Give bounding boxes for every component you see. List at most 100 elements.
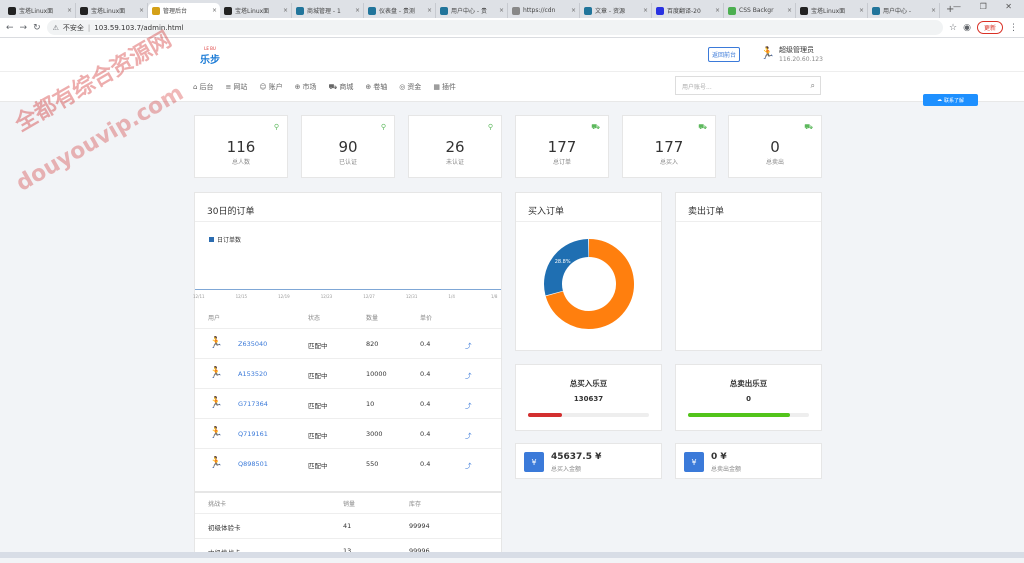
tab-close-icon[interactable]: ×	[859, 7, 864, 14]
yen-icon: ¥	[684, 452, 704, 472]
browser-tab[interactable]: 宝塔Linux面 ×	[796, 3, 868, 18]
insecure-label: 不安全	[62, 23, 84, 32]
donut-slice[interactable]	[544, 239, 590, 296]
browser-menu-icon[interactable]: ⋮	[1009, 23, 1018, 33]
browser-tab[interactable]: 用户中心 - ×	[868, 3, 940, 18]
browser-tab[interactable]: https://cdn ×	[508, 3, 580, 18]
share-icon[interactable]: ⤴	[465, 370, 472, 380]
table-row[interactable]: 🏃 Q898501 匹配中 550 0.4 ⤴	[195, 448, 501, 478]
browser-tab[interactable]: 仪表盘 - 贵测 ×	[364, 3, 436, 18]
browser-tab[interactable]: CSS Backgr ×	[724, 3, 796, 18]
user-link[interactable]: Q898501	[238, 460, 268, 468]
tab-close-icon[interactable]: ×	[283, 7, 288, 14]
tab-favicon-icon	[656, 6, 664, 15]
users-icon: ☺	[259, 83, 267, 91]
main-menu: ⌂ 后台 ≡ 网站 ☺ 账户 ⊕ 市场 ⛟ 商城 ⊕ 卷轴 ◎ 资金 ▦ 插件	[0, 72, 1024, 102]
tab-favicon-icon	[296, 6, 304, 15]
tab-close-icon[interactable]: ×	[571, 7, 576, 14]
tab-close-icon[interactable]: ×	[499, 7, 504, 14]
x-tick-label: 12/23	[320, 294, 333, 299]
tab-close-icon[interactable]: ×	[643, 7, 648, 14]
browser-tab[interactable]: 商城管理 - 1 ×	[292, 3, 364, 18]
tab-close-icon[interactable]: ×	[212, 7, 217, 14]
reload-icon[interactable]: ↻	[33, 23, 41, 33]
donut-slice-label: 28.8%	[555, 259, 571, 265]
menu-item[interactable]: ⊕ 卷轴	[365, 82, 387, 92]
table-row[interactable]: 🏃 G717364 匹配中 10 0.4 ⤴	[195, 388, 501, 418]
table-row[interactable]: 🏃 Z635040 匹配中 820 0.4 ⤴	[195, 328, 501, 358]
tab-favicon-icon	[512, 6, 520, 15]
user-search-input[interactable]: 用户账号... ⌕	[675, 76, 821, 95]
table-row[interactable]: 🏃 Q719161 匹配中 3000 0.4 ⤴	[195, 418, 501, 448]
share-icon[interactable]: ⤴	[465, 400, 472, 410]
menu-item[interactable]: ⛟ 商城	[329, 82, 354, 92]
table-row[interactable]: 🏃 A153520 匹配中 10000 0.4 ⤴	[195, 358, 501, 388]
menu-item[interactable]: ▦ 插件	[433, 82, 456, 92]
total-buy-card: 总买入乐豆 130637	[515, 364, 662, 431]
stat-card: ⚲ 116 总人数	[194, 115, 288, 178]
card-cell-stock: 99994	[409, 522, 430, 530]
tab-close-icon[interactable]: ×	[715, 7, 720, 14]
tab-close-icon[interactable]: ×	[427, 7, 432, 14]
address-bar: ← → ↻ ⚠ 不安全 | 103.59.103.7/admin.html ☆ …	[0, 18, 1024, 38]
stat-label: 已认证	[338, 159, 357, 166]
menu-item[interactable]: ⊕ 市场	[295, 82, 317, 92]
total-buy-value: 130637	[573, 395, 604, 403]
quantity-cell: 10000	[366, 370, 387, 378]
column-header: 数量	[366, 315, 379, 322]
share-icon[interactable]: ⤴	[465, 340, 472, 350]
menu-item[interactable]: ◎ 资金	[399, 82, 421, 92]
tab-close-icon[interactable]: ×	[787, 7, 792, 14]
profile-icon[interactable]: ◉	[963, 23, 971, 33]
share-icon[interactable]: ⤴	[465, 430, 472, 440]
tab-close-icon[interactable]: ×	[139, 7, 144, 14]
back-icon[interactable]: ←	[6, 23, 14, 33]
menu-item[interactable]: ⌂ 后台	[193, 82, 213, 92]
tab-label: 文章 - 资源	[595, 8, 625, 15]
browser-tab[interactable]: 宝塔Linux面 ×	[4, 3, 76, 18]
stat-label: 总买入	[659, 159, 678, 166]
browser-tab[interactable]: 管理后台 ×	[148, 3, 220, 18]
url-input[interactable]: ⚠ 不安全 | 103.59.103.7/admin.html	[46, 20, 944, 35]
window-controls[interactable]: — ❐ ✕	[953, 2, 1020, 11]
browser-tab[interactable]: 文章 - 资源 ×	[580, 3, 652, 18]
quantity-cell: 3000	[366, 430, 383, 438]
menu-item[interactable]: ☺ 账户	[259, 82, 282, 92]
contact-float-button[interactable]: ☁ 联系了解	[923, 94, 978, 106]
admin-name[interactable]: 超级管理员	[779, 45, 814, 55]
stat-card: ⛟ 177 总订单	[515, 115, 609, 178]
update-button[interactable]: 更新	[976, 21, 1003, 34]
cart-icon: ⛟	[804, 123, 813, 131]
browser-tab[interactable]: 用户中心 - 贵 ×	[436, 3, 508, 18]
buy-orders-title: 买入订单	[528, 207, 565, 217]
stat-card: ⚲ 26 未认证	[408, 115, 502, 178]
card-table-row[interactable]: 初级体验卡 41 99994	[195, 513, 501, 538]
chart-legend[interactable]: 日订单数	[209, 235, 241, 244]
tab-close-icon[interactable]: ×	[931, 7, 936, 14]
bookmark-star-icon[interactable]: ☆	[949, 23, 957, 33]
browser-tab[interactable]: 宝塔Linux面 ×	[220, 3, 292, 18]
forward-icon[interactable]: →	[20, 23, 28, 33]
user-link[interactable]: Q719161	[238, 430, 268, 438]
stat-value: 177	[654, 138, 684, 156]
site-logo[interactable]: LE BU 乐步	[200, 46, 220, 66]
browser-tab[interactable]: 百度翻译-20 ×	[652, 3, 724, 18]
browser-tab[interactable]: 宝塔Linux面 ×	[76, 3, 148, 18]
user-link[interactable]: A153520	[238, 370, 267, 378]
tab-favicon-icon	[224, 6, 232, 15]
tab-close-icon[interactable]: ×	[67, 7, 72, 14]
user-link[interactable]: G717364	[238, 400, 268, 408]
back-to-frontend-button[interactable]: 返回前台	[708, 47, 741, 62]
user-link[interactable]: Z635040	[238, 340, 267, 348]
price-cell: 0.4	[420, 460, 431, 468]
tab-label: 宝塔Linux面	[91, 8, 126, 15]
menu-item[interactable]: ≡ 网站	[225, 82, 247, 92]
search-icon[interactable]: ⌕	[811, 81, 815, 91]
column-header: 用户	[208, 315, 221, 322]
panel-divider	[195, 221, 501, 222]
total-sell-title: 总卖出乐豆	[729, 379, 768, 388]
tab-label: 商城管理 - 1	[307, 8, 341, 15]
share-icon[interactable]: ⤴	[465, 460, 472, 470]
tab-close-icon[interactable]: ×	[355, 7, 360, 14]
card-table-row[interactable]: 中级挑战卡1399996	[195, 538, 501, 563]
